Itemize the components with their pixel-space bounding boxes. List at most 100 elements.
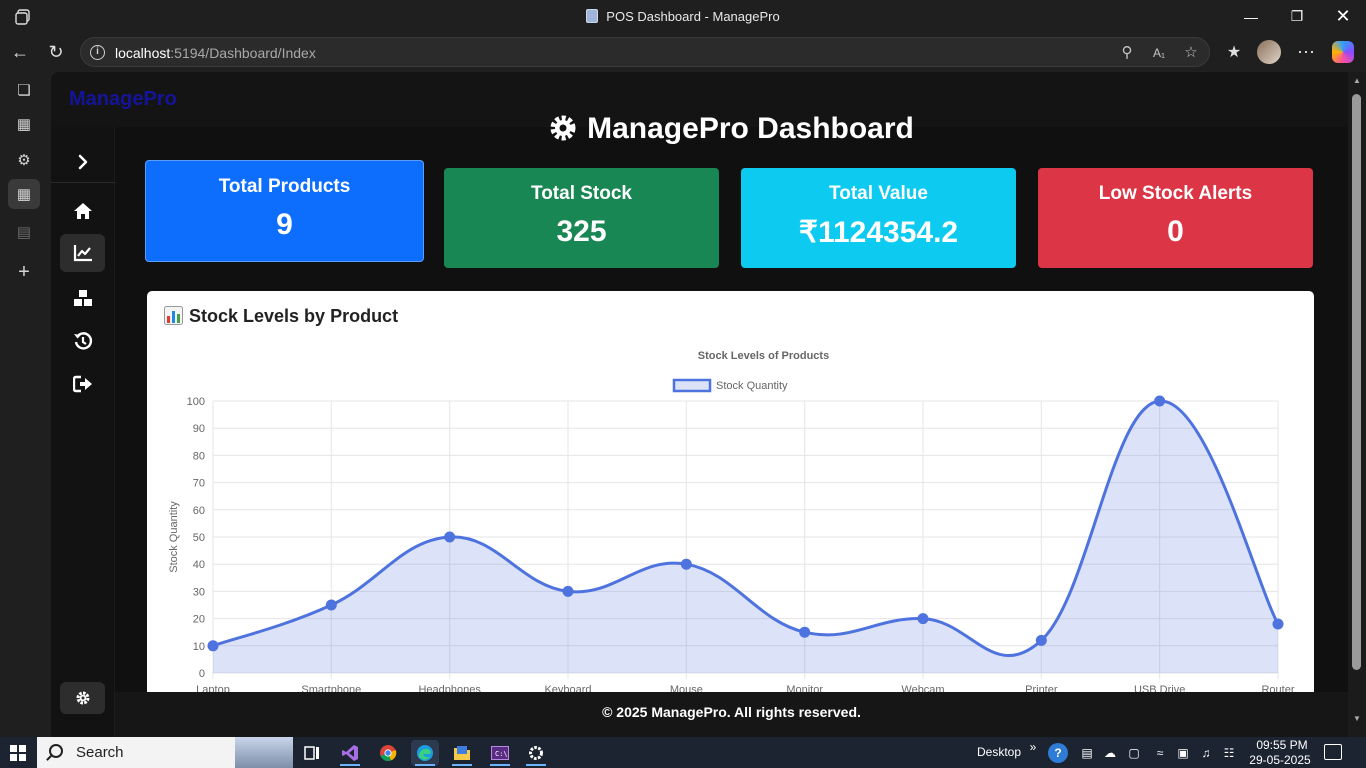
legend-label: Stock Quantity [716, 380, 788, 392]
more-menu-icon[interactable]: ⋯ [1292, 39, 1320, 65]
scroll-up-arrow-icon[interactable]: ▲ [1352, 76, 1362, 85]
battery-icon[interactable]: ▣ [1175, 745, 1191, 761]
gear-icon [76, 691, 89, 705]
help-icon[interactable]: ? [1048, 743, 1068, 763]
language-icon[interactable]: ☷ [1221, 745, 1237, 761]
stock-levels-chart: Stock Levels of Products Stock Quantity 0 1… [168, 350, 1295, 696]
zoom-icon[interactable]: ⚲ [1118, 44, 1136, 62]
y-tick-label: 80 [193, 450, 205, 462]
edge-icon[interactable] [411, 740, 439, 766]
notifications-icon[interactable] [1324, 744, 1342, 760]
scroll-down-arrow-icon[interactable]: ▼ [1352, 714, 1362, 723]
tray-cloud-icon[interactable]: ☁ [1102, 745, 1118, 761]
clock-time[interactable]: 09:55 PM [1252, 738, 1312, 752]
page-viewport: ManagePro ManagePro Dashboard Total Prod… [51, 72, 1348, 737]
low-stock-alerts-card: Low Stock Alerts 0 [1038, 168, 1313, 268]
chevron-right-icon [78, 154, 88, 169]
data-point [1272, 618, 1284, 630]
sidebar-item-home[interactable] [60, 192, 105, 230]
address-bar[interactable]: i localhost:5194/Dashboard/Index ⚲ A₁ ☆ [80, 37, 1210, 67]
read-aloud-icon[interactable]: A₁ [1150, 44, 1168, 62]
refresh-button[interactable]: ↻ [42, 39, 70, 65]
profile-avatar[interactable] [1257, 40, 1281, 64]
bar-chart-icon [164, 306, 183, 325]
wifi-icon[interactable]: ≈ [1152, 745, 1168, 761]
site-info-icon[interactable]: i [90, 45, 105, 60]
new-tab-icon[interactable]: + [13, 261, 35, 283]
stock-chart-panel: Stock Levels of Products Stock Quantity 0 1… [147, 291, 1314, 701]
data-point [1154, 395, 1166, 407]
url-text[interactable]: localhost:5194/Dashboard/Index [115, 45, 316, 61]
data-point [444, 531, 456, 543]
card-value: 0 [1167, 215, 1184, 248]
page-footer: © 2025 ManagePro. All rights reserved. [115, 692, 1348, 737]
volume-icon[interactable]: ♫ [1198, 745, 1214, 761]
y-tick-label: 50 [193, 532, 205, 544]
visual-studio-icon[interactable] [336, 740, 364, 766]
settings-button[interactable] [60, 682, 105, 714]
tray-drive-icon[interactable]: ▢ [1126, 745, 1142, 761]
chrome-icon[interactable] [374, 740, 402, 766]
card-label: Low Stock Alerts [1098, 183, 1253, 204]
card-label: Total Products [218, 176, 351, 197]
windows-start-button[interactable] [10, 745, 26, 761]
y-tick-label: 100 [187, 396, 205, 408]
card-value: 9 [276, 208, 293, 241]
browser-nav-bar: ← ↻ i localhost:5194/Dashboard/Index ⚲ A… [0, 33, 1366, 71]
favorites-icon[interactable]: ★ [1220, 39, 1248, 65]
settings-app-icon[interactable] [522, 740, 550, 766]
sidebar-item-history[interactable] [60, 322, 105, 360]
history-icon [73, 332, 92, 350]
y-tick-label: 30 [193, 586, 205, 598]
y-tick-label: 10 [193, 641, 205, 653]
close-window-button[interactable]: ✕ [1320, 0, 1366, 33]
card-value: ₹1124354.2 [798, 216, 959, 249]
gear-icon [550, 115, 576, 141]
y-tick-label: 90 [193, 423, 205, 435]
data-point [325, 599, 337, 611]
app-sidebar [51, 127, 115, 737]
card-label: Total Value [829, 183, 928, 204]
total-stock-card: Total Stock 325 [444, 168, 719, 268]
sidebar-item-logout[interactable] [60, 365, 105, 403]
favorite-star-icon[interactable]: ☆ [1182, 44, 1200, 62]
minimize-button[interactable]: — [1228, 0, 1274, 33]
file-explorer-icon[interactable] [448, 740, 476, 766]
restore-button[interactable]: ❐ [1274, 0, 1320, 33]
y-tick-label: 60 [193, 505, 205, 517]
tab-icon[interactable]: ⚙ [13, 149, 35, 171]
legend-swatch [672, 378, 712, 393]
sidebar-item-products[interactable] [60, 279, 105, 317]
total-value-card: Total Value ₹1124354.2 [741, 168, 1016, 268]
search-icon [49, 744, 63, 758]
window-title: POS Dashboard - ManagePro [0, 9, 1366, 24]
tray-app-icon[interactable]: ▤ [1079, 745, 1095, 761]
toolbar-expand-icon[interactable]: » [1025, 739, 1041, 755]
page-scrollbar[interactable]: ▲ ▼ [1348, 72, 1366, 737]
terminal-icon[interactable]: C:\ [486, 740, 514, 766]
scrollbar-thumb[interactable] [1352, 94, 1361, 670]
data-point [207, 640, 219, 652]
total-products-card: Total Products 9 [145, 160, 424, 262]
boxes-icon [73, 290, 92, 306]
copilot-icon[interactable] [1332, 41, 1354, 63]
back-button[interactable]: ← [6, 39, 34, 65]
page-title: ManagePro Dashboard [115, 112, 1348, 146]
tab-icon[interactable]: ▦ [13, 113, 35, 135]
chart-title: Stock Levels of Products [698, 350, 829, 362]
desktop-toolbar-label[interactable]: Desktop [977, 745, 1021, 759]
data-point [917, 613, 929, 625]
tab-icon[interactable]: ▤ [13, 221, 35, 243]
task-view-icon[interactable] [298, 740, 326, 766]
tab-actions-icon[interactable]: ❏ [13, 79, 35, 101]
brand-logo[interactable]: ManagePro [69, 88, 177, 111]
active-tab-icon[interactable]: ▦ [8, 179, 40, 209]
search-highlight-image [235, 737, 293, 768]
sidebar-toggle-button[interactable] [51, 141, 115, 183]
clock-date[interactable]: 29-05-2025 [1245, 753, 1315, 767]
y-axis-label: Stock Quantity [168, 501, 180, 573]
y-tick-label: 20 [193, 614, 205, 626]
y-tick-label: 40 [193, 559, 205, 571]
taskbar-search-box[interactable]: Search [37, 737, 293, 768]
sidebar-item-dashboard[interactable] [60, 234, 105, 272]
